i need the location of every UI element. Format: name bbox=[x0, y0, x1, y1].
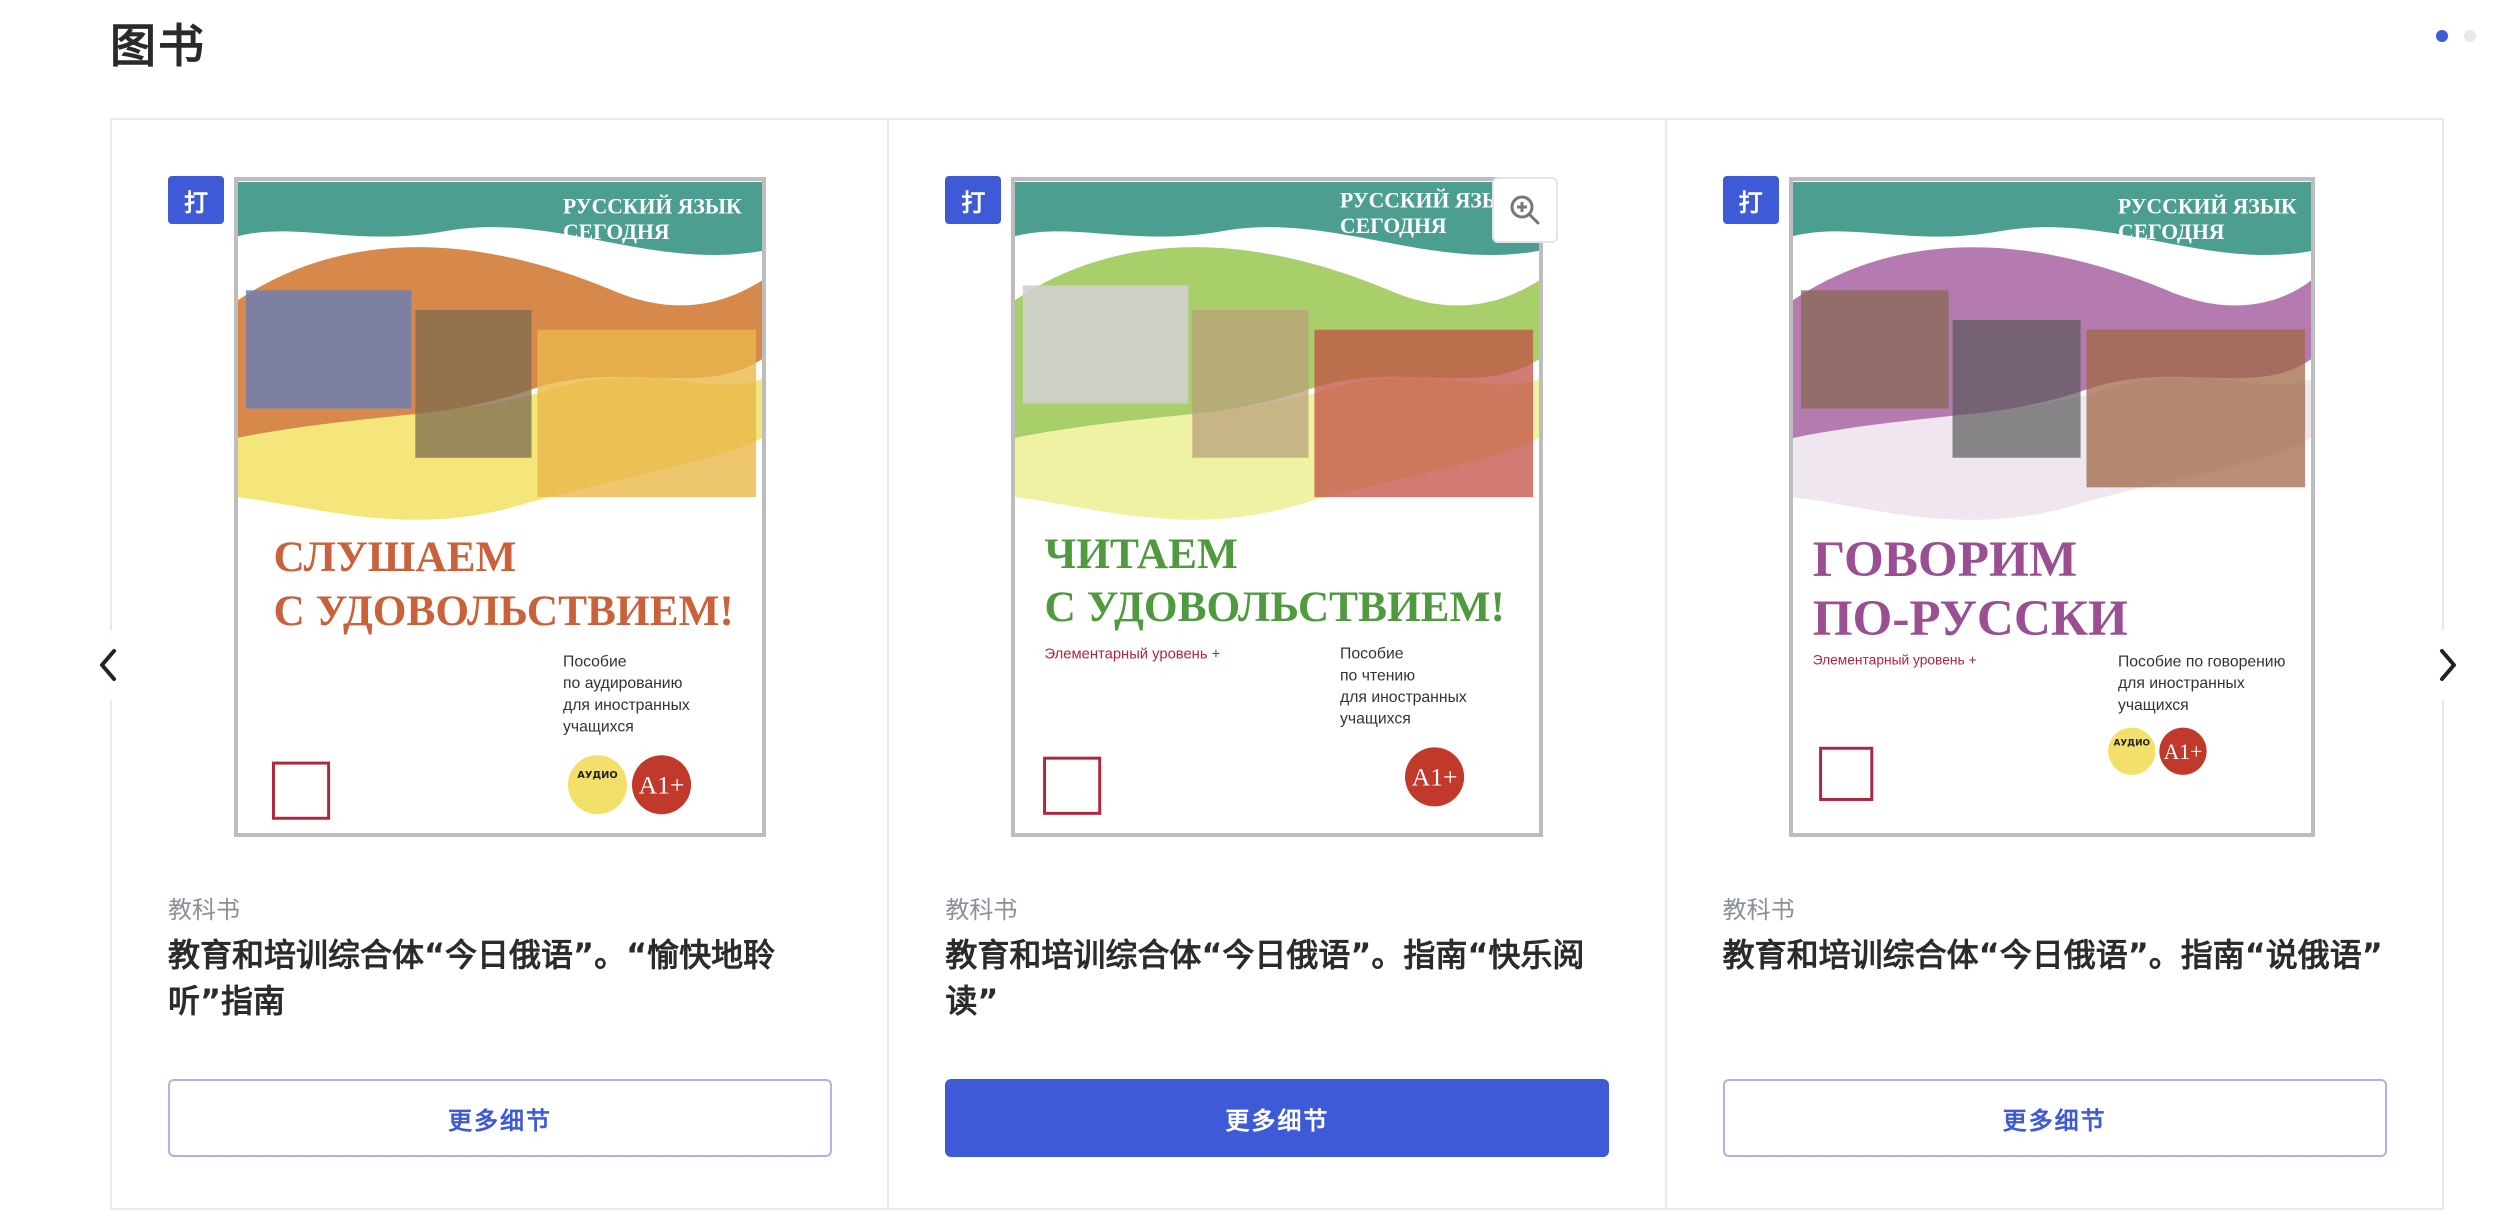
cover-headline-line-1: ЧИТАЕМ bbox=[1045, 530, 1238, 578]
more-details-button[interactable]: 更多细节 bbox=[1722, 1079, 2387, 1157]
pagination-dot-2[interactable] bbox=[2464, 30, 2476, 42]
cover-headline-line-1: СЛУШАЕМ bbox=[273, 533, 516, 581]
chevron-left-icon bbox=[100, 649, 116, 681]
product-type-badge: 打 bbox=[945, 176, 1002, 224]
publisher-logo bbox=[271, 761, 331, 820]
cover-desc-line-3: для иностранных bbox=[563, 697, 690, 714]
book-category: 教科书 bbox=[945, 896, 1018, 924]
level-badge: A1+ bbox=[2163, 740, 2202, 764]
carousel-pagination bbox=[2436, 30, 2476, 42]
book-cover[interactable]: РУССКИЙ ЯЗЫК СЕГОДНЯ ЧИТАЕМ С УДОВОЛЬСТВ… bbox=[1011, 177, 1544, 837]
book-cover-art: РУССКИЙ ЯЗЫК СЕГОДНЯ ЧИТАЕМ С УДОВОЛЬСТВ… bbox=[1015, 181, 1540, 833]
zoom-in-icon bbox=[1510, 195, 1540, 225]
book-cover[interactable]: РУССКИЙ ЯЗЫК СЕГОДНЯ ГОВОРИМ ПО-РУССКИ Э… bbox=[1788, 177, 2315, 837]
book-card: РУССКИЙ ЯЗЫК СЕГОДНЯ ЧИТАЕМ С УДОВОЛЬСТВ… bbox=[889, 120, 1667, 1208]
cover-desc-line-1: Пособие bbox=[563, 654, 627, 671]
cover-desc-line-2: по чтению bbox=[1340, 667, 1415, 684]
book-cover[interactable]: РУССКИЙ ЯЗЫК СЕГОДНЯ СЛУШАЕМ С УДОВОЛЬСТ… bbox=[234, 177, 766, 837]
cover-desc-line-1: Пособие по говорению bbox=[2118, 654, 2286, 671]
book-title[interactable]: 教育和培训综合体“今日俄语”。“愉快地聆听”指南 bbox=[168, 932, 848, 1024]
book-cover-art: РУССКИЙ ЯЗЫК СЕГОДНЯ ГОВОРИМ ПО-РУССКИ Э… bbox=[1792, 182, 2311, 832]
audio-badge: АУДИО bbox=[2113, 738, 2150, 748]
cover-headline-line-1: ГОВОРИМ bbox=[1812, 531, 2076, 588]
cover-series-line-1: РУССКИЙ ЯЗЫК bbox=[2118, 195, 2297, 219]
zoom-button[interactable] bbox=[1492, 177, 1559, 243]
cover-series-line-2: СЕГОДНЯ bbox=[1340, 214, 1447, 238]
level-badge: A1+ bbox=[639, 771, 685, 800]
cover-desc-line-4: учащихся bbox=[563, 719, 634, 736]
product-type-badge: 打 bbox=[1722, 176, 1779, 224]
book-cover-art: РУССКИЙ ЯЗЫК СЕГОДНЯ СЛУШАЕМ С УДОВОЛЬСТ… bbox=[238, 181, 762, 833]
cover-headline-line-2: ПО-РУССКИ bbox=[1812, 590, 2127, 647]
chevron-right-icon bbox=[2440, 649, 2456, 681]
publisher-logo bbox=[1818, 746, 1873, 801]
book-category: 教科书 bbox=[1722, 896, 1795, 924]
cover-desc-line-2: для иностранных bbox=[2118, 675, 2245, 692]
cover-series-line-2: СЕГОДНЯ bbox=[563, 220, 670, 244]
cover-level-text: Элементарный уровень + bbox=[1045, 647, 1221, 663]
publisher-logo bbox=[1043, 756, 1102, 815]
cover-desc-line-3: для иностранных bbox=[1340, 689, 1467, 706]
cover-desc-line-2: по аудированию bbox=[563, 675, 683, 692]
cover-headline-line-2: С УДОВОЛЬСТВИЕМ! bbox=[273, 587, 733, 635]
cover-level-text: Элементарный уровень + bbox=[1812, 653, 1976, 668]
more-details-button[interactable]: 更多细节 bbox=[168, 1079, 832, 1157]
section-title: 图书 bbox=[110, 19, 206, 73]
books-carousel: РУССКИЙ ЯЗЫК СЕГОДНЯ СЛУШАЕМ С УДОВОЛЬСТ… bbox=[110, 118, 2444, 1210]
audio-badge: АУДИО bbox=[577, 770, 618, 781]
product-type-badge: 打 bbox=[168, 176, 224, 224]
carousel-next-button[interactable] bbox=[2426, 630, 2470, 700]
more-details-button[interactable]: 更多细节 bbox=[945, 1079, 1610, 1157]
pagination-dot-1[interactable] bbox=[2436, 30, 2448, 42]
book-title[interactable]: 教育和培训综合体“今日俄语”。指南“说俄语” bbox=[1723, 932, 2403, 978]
book-category: 教科书 bbox=[168, 896, 240, 924]
book-title[interactable]: 教育和培训综合体“今日俄语”。指南“快乐阅读” bbox=[945, 932, 1625, 1024]
level-badge: A1+ bbox=[1412, 763, 1458, 792]
carousel-prev-button[interactable] bbox=[86, 630, 130, 700]
book-card: РУССКИЙ ЯЗЫК СЕГОДНЯ СЛУШАЕМ С УДОВОЛЬСТ… bbox=[112, 120, 890, 1208]
cover-series-line-1: РУССКИЙ ЯЗЫК bbox=[563, 194, 742, 218]
book-card: РУССКИЙ ЯЗЫК СЕГОДНЯ ГОВОРИМ ПО-РУССКИ Э… bbox=[1667, 120, 2442, 1208]
cover-series-line-2: СЕГОДНЯ bbox=[2118, 220, 2225, 244]
cover-desc-line-4: учащихся bbox=[1340, 711, 1411, 728]
cover-desc-line-1: Пособие bbox=[1340, 646, 1404, 663]
cover-headline-line-2: С УДОВОЛЬСТВИЕМ! bbox=[1045, 583, 1505, 631]
cover-desc-line-3: учащихся bbox=[2118, 697, 2189, 714]
